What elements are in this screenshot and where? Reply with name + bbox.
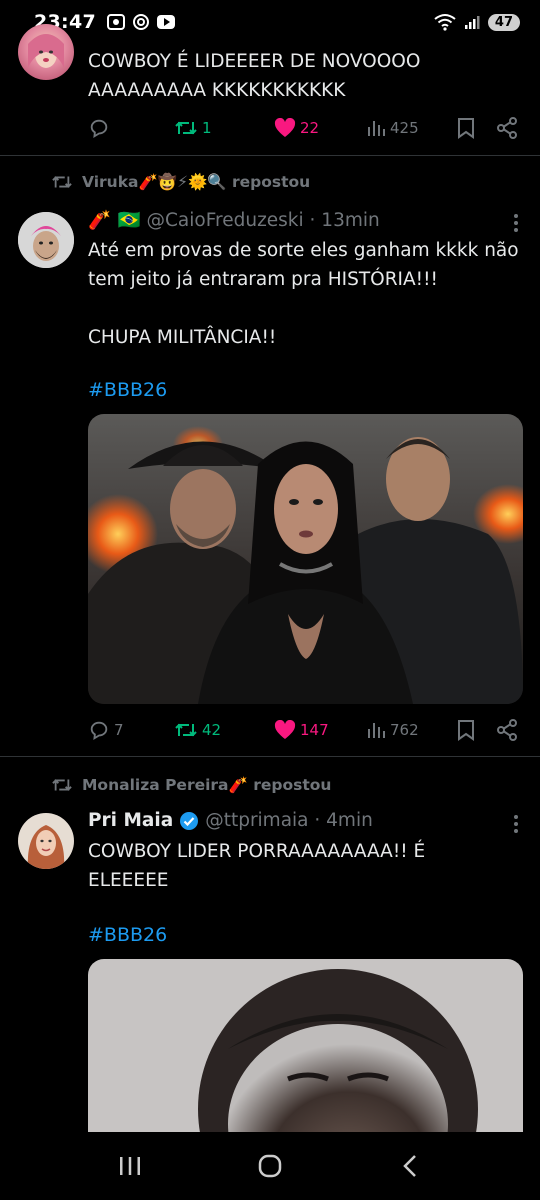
avatar[interactable]	[18, 24, 74, 80]
retweet-icon	[52, 779, 72, 791]
views-count: 762	[390, 721, 419, 739]
recent-apps-button[interactable]	[110, 1146, 150, 1186]
retweet-count: 1	[202, 119, 212, 137]
avatar[interactable]	[18, 212, 74, 268]
reply-icon	[90, 721, 108, 740]
reply-icon	[90, 119, 108, 138]
views-icon	[368, 121, 385, 136]
like-count: 22	[300, 119, 320, 137]
tweet-2[interactable]: Viruka🧨🤠⚡🌞🔍 repostou 🧨 🇧🇷 @CaioFreduzesk…	[0, 156, 540, 756]
home-icon	[258, 1154, 282, 1178]
video-thumbnail-crying-face	[88, 959, 523, 1132]
back-chevron-icon	[403, 1155, 416, 1177]
retweet-button[interactable]: 1	[174, 117, 274, 139]
author-handle[interactable]: @ttprimaia · 4min	[205, 810, 373, 831]
hashtag-link[interactable]: #BBB26	[88, 379, 167, 401]
recent-apps-icon	[120, 1157, 140, 1175]
system-navigation-bar	[0, 1132, 540, 1200]
retweet-icon	[175, 723, 197, 737]
tweet-header: 🧨 🇧🇷 @CaioFreduzeski · 13min	[88, 209, 380, 232]
like-count: 147	[300, 721, 329, 739]
avatar[interactable]	[18, 813, 74, 869]
views-button[interactable]: 425	[366, 119, 456, 137]
share-icon[interactable]	[496, 117, 518, 139]
retweet-icon	[175, 121, 197, 135]
views-button[interactable]: 762	[366, 721, 456, 739]
author-name[interactable]: 🧨 🇧🇷	[88, 209, 141, 231]
views-icon	[368, 723, 385, 738]
verified-badge-icon	[180, 811, 199, 830]
more-options-button[interactable]	[514, 214, 518, 232]
author-handle[interactable]: @CaioFreduzeski · 13min	[147, 210, 380, 231]
back-button[interactable]	[390, 1146, 430, 1186]
more-options-button[interactable]	[514, 815, 518, 833]
bookmark-icon[interactable]	[456, 117, 476, 139]
heart-icon	[274, 720, 296, 739]
heart-icon	[274, 118, 296, 137]
repost-indicator: Viruka🧨🤠⚡🌞🔍 repostou	[50, 172, 310, 192]
hashtag-link[interactable]: #BBB26	[88, 924, 167, 946]
home-button[interactable]	[250, 1146, 290, 1186]
reply-count: 7	[114, 721, 124, 739]
tweet-1[interactable]: COWBOY É LIDEEEER DE NOVOOOO AAAAAAAAA K…	[0, 0, 540, 156]
repost-indicator: Monaliza Pereira🧨 repostou	[50, 775, 331, 795]
repost-label: Viruka🧨🤠⚡🌞🔍 repostou	[82, 173, 311, 191]
bookmark-icon[interactable]	[456, 719, 476, 741]
retweet-count: 42	[202, 721, 222, 739]
tweet-text: COWBOY É LIDEEEER DE NOVOOOO AAAAAAAAA K…	[88, 51, 421, 101]
repost-label: Monaliza Pereira🧨 repostou	[82, 776, 332, 794]
tweet-3[interactable]: Monaliza Pereira🧨 repostou Pri Maia @ttp…	[0, 757, 540, 1132]
like-button[interactable]: 22	[274, 118, 366, 138]
tweet-actions: 7 42 147 762	[88, 716, 518, 744]
tweet-text: COWBOY LIDER PORRAAAAAAAA!! É ELEEEEE	[88, 841, 426, 891]
tweet-video[interactable]	[88, 959, 523, 1132]
tweet-text: Até em provas de sorte eles ganham kkkk …	[88, 240, 519, 348]
reply-button[interactable]	[88, 117, 174, 139]
photo-three-people-in-leather	[88, 414, 523, 704]
tweet-actions: 1 22 425	[88, 114, 518, 142]
share-icon[interactable]	[496, 719, 518, 741]
tweet-image[interactable]	[88, 414, 523, 704]
reply-button[interactable]: 7	[88, 719, 174, 741]
like-button[interactable]: 147	[274, 720, 366, 740]
author-name[interactable]: Pri Maia	[88, 810, 173, 831]
views-count: 425	[390, 119, 419, 137]
tweet-header: Pri Maia @ttprimaia · 4min	[88, 810, 373, 831]
retweet-icon	[52, 176, 72, 188]
retweet-button[interactable]: 42	[174, 719, 274, 741]
